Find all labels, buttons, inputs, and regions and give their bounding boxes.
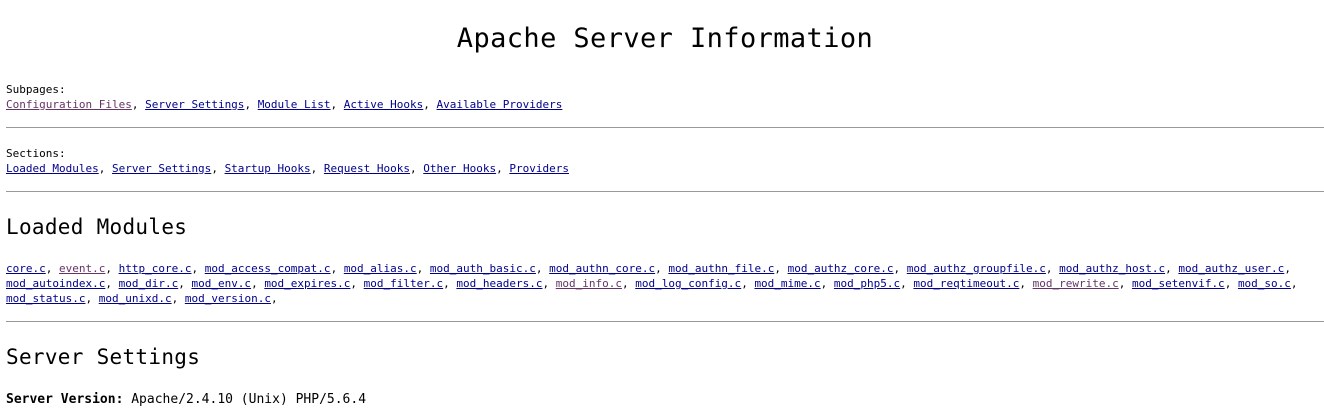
subpage-link-available-providers[interactable]: Available Providers xyxy=(437,98,563,111)
module-link[interactable]: mod_headers.c xyxy=(456,277,542,290)
module-link[interactable]: mod_auth_basic.c xyxy=(430,262,536,275)
module-link[interactable]: mod_reqtimeout.c xyxy=(913,277,1019,290)
module-link[interactable]: mod_autoindex.c xyxy=(6,277,105,290)
module-link[interactable]: mod_authz_groupfile.c xyxy=(907,262,1046,275)
module-link[interactable]: mod_version.c xyxy=(185,292,271,305)
module-link[interactable]: mod_so.c xyxy=(1238,277,1291,290)
module-link[interactable]: core.c xyxy=(6,262,46,275)
module-link[interactable]: mod_rewrite.c xyxy=(1033,277,1119,290)
loaded-modules-list: core.c, event.c, http_core.c, mod_access… xyxy=(6,262,1298,305)
section-link-request-hooks[interactable]: Request Hooks xyxy=(324,162,410,175)
module-link[interactable]: mod_info.c xyxy=(556,277,622,290)
loaded-modules-heading: Loaded Modules xyxy=(6,215,188,239)
section-link-startup-hooks[interactable]: Startup Hooks xyxy=(225,162,311,175)
section-link-server-settings[interactable]: Server Settings xyxy=(112,162,211,175)
section-link-loaded-modules[interactable]: Loaded Modules xyxy=(6,162,99,175)
server-settings-heading: Server Settings xyxy=(6,345,201,369)
module-link[interactable]: mod_env.c xyxy=(191,277,251,290)
module-link[interactable]: mod_authn_core.c xyxy=(549,262,655,275)
module-link[interactable]: mod_dir.c xyxy=(119,277,179,290)
server-version-label: Server Version: xyxy=(6,392,124,407)
subpages-label: Subpages: xyxy=(6,83,66,96)
server-version-row: Server Version: Apache/2.4.10 (Unix) PHP… xyxy=(6,392,366,408)
module-link[interactable]: mod_authz_user.c xyxy=(1178,262,1284,275)
module-link[interactable]: mod_status.c xyxy=(6,292,85,305)
module-link[interactable]: mod_authz_core.c xyxy=(788,262,894,275)
module-link[interactable]: mod_mime.c xyxy=(754,277,820,290)
module-link[interactable]: mod_log_config.c xyxy=(635,277,741,290)
module-link[interactable]: mod_php5.c xyxy=(834,277,900,290)
module-link[interactable]: mod_authn_file.c xyxy=(668,262,774,275)
subpages-block: Subpages: Configuration Files, Server Se… xyxy=(6,82,1324,112)
section-link-providers[interactable]: Providers xyxy=(509,162,569,175)
module-link[interactable]: mod_unixd.c xyxy=(99,292,172,305)
divider xyxy=(6,191,1324,192)
subpage-link-active-hooks[interactable]: Active Hooks xyxy=(344,98,423,111)
module-link[interactable]: http_core.c xyxy=(119,262,192,275)
page-title: Apache Server Information xyxy=(456,23,874,54)
module-link[interactable]: mod_authz_host.c xyxy=(1059,262,1165,275)
module-link[interactable]: mod_alias.c xyxy=(344,262,417,275)
subpages-links: Configuration Files, Server Settings, Mo… xyxy=(6,98,563,111)
sections-block: Sections: Loaded Modules, Server Setting… xyxy=(6,146,1324,176)
module-link[interactable]: mod_setenvif.c xyxy=(1132,277,1225,290)
sections-links: Loaded Modules, Server Settings, Startup… xyxy=(6,162,569,175)
sections-label: Sections: xyxy=(6,147,66,160)
server-version-value: Apache/2.4.10 (Unix) PHP/5.6.4 xyxy=(131,392,367,407)
module-link[interactable]: mod_access_compat.c xyxy=(205,262,331,275)
divider xyxy=(6,321,1324,322)
divider xyxy=(6,127,1324,128)
subpage-link-configuration-files[interactable]: Configuration Files xyxy=(6,98,132,111)
module-link[interactable]: event.c xyxy=(59,262,105,275)
subpage-link-module-list[interactable]: Module List xyxy=(258,98,331,111)
subpage-link-server-settings[interactable]: Server Settings xyxy=(145,98,244,111)
module-link[interactable]: mod_expires.c xyxy=(264,277,350,290)
module-link[interactable]: mod_filter.c xyxy=(364,277,443,290)
section-link-other-hooks[interactable]: Other Hooks xyxy=(423,162,496,175)
